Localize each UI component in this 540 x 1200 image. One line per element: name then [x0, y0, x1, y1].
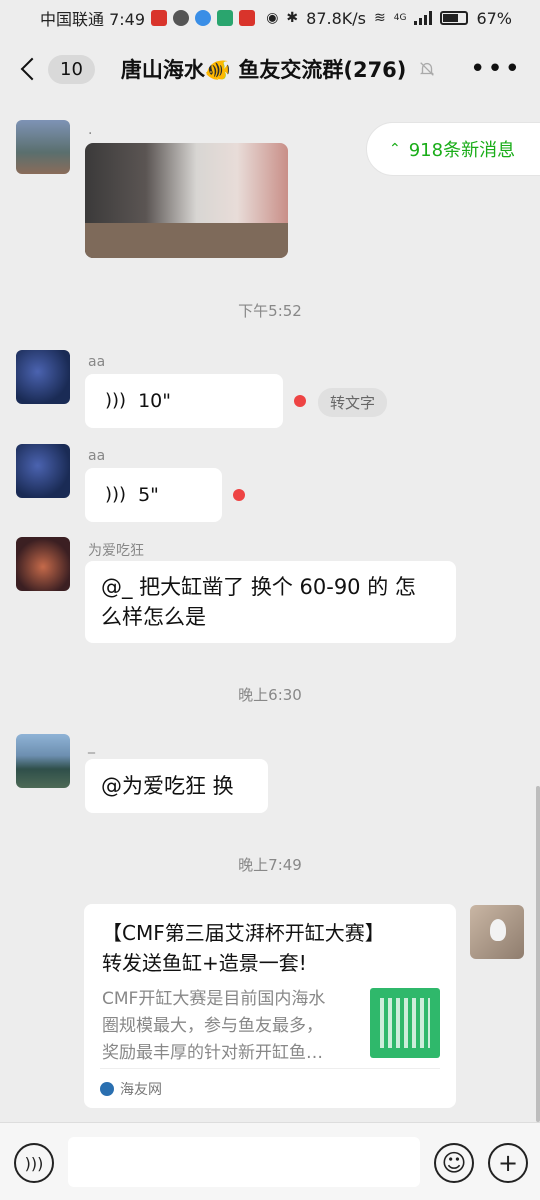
shield-icon [173, 10, 190, 26]
app-notification-icon [239, 10, 256, 26]
status-bar: 中国联通 7:49 ◉ ✱ 87.8K/s ≋ 4G 67% [0, 0, 540, 36]
chat-message-list[interactable]: . ⌃ 918条新消息 下午5:52 aa ))) 10" 转文字 aa )))… [0, 102, 540, 1122]
voice-wave-icon: ))) [105, 484, 127, 505]
voice-message[interactable]: ))) 10" [85, 374, 283, 428]
voice-icon: ))) [24, 1153, 44, 1173]
image-floor [85, 223, 288, 258]
sender-name: . [88, 122, 93, 138]
message-text-line: 么样怎么是 [101, 605, 206, 629]
emoji-icon: ☺ [441, 1149, 467, 1177]
convert-to-text-button[interactable]: 转文字 [318, 388, 388, 417]
card-desc-line: 圈规模最大，参与鱼友最多， [102, 1016, 323, 1036]
signal-icon [414, 11, 433, 25]
more-functions-button[interactable]: + [488, 1143, 528, 1183]
bluetooth-icon: ✱ [286, 10, 299, 26]
unread-count-badge: 10 [48, 54, 95, 84]
battery-icon [440, 11, 469, 25]
timestamp: 晚上7:49 [238, 856, 302, 874]
link-card-message[interactable]: 【CMF第三届艾湃杯开缸大赛】 转发送鱼缸+造景一套! CMF开缸大赛是目前国内… [84, 904, 456, 1108]
voice-wave-icon: ))) [105, 390, 127, 411]
chat-title: 唐山海水🐠 鱼友交流群(276) [120, 58, 407, 82]
chat-header: 10 唐山海水🐠 鱼友交流群(276) ••• [0, 36, 540, 102]
sender-name: _ [88, 738, 95, 754]
avatar[interactable] [16, 444, 70, 498]
network-type: 4G [393, 13, 407, 23]
eye-icon: ◉ [266, 10, 279, 26]
voice-message[interactable]: ))) 5" [85, 468, 222, 522]
sender-name: 为爱吃狂 [88, 543, 144, 559]
timestamp: 下午5:52 [238, 302, 302, 320]
source-logo-icon [100, 1081, 114, 1096]
card-title: 【CMF第三届艾湃杯开缸大赛】 转发送鱼缸+造景一套! [102, 918, 422, 978]
my-avatar[interactable] [470, 905, 524, 959]
sender-name: aa [88, 354, 106, 370]
message-text: @为爱吃狂 换 [101, 774, 234, 798]
message-text-line: @_ 把大缸凿了 换个 60-90 的 怎 [101, 575, 416, 599]
card-thumbnail-qr [370, 988, 440, 1058]
card-desc-line: 奖励最丰厚的针对新开缸鱼… [102, 1043, 323, 1063]
plus-icon: + [497, 1149, 519, 1177]
unread-dot [294, 395, 306, 407]
chevron-left-icon [20, 57, 44, 81]
card-title-line: 【CMF第三届艾湃杯开缸大赛】 [102, 921, 385, 945]
emoji-button[interactable]: ☺ [434, 1143, 474, 1183]
more-options-button[interactable]: ••• [470, 54, 522, 84]
avatar[interactable] [16, 734, 70, 788]
message-input-bar: ))) ☺ + [0, 1122, 540, 1200]
card-source-name: 海友网 [120, 1081, 162, 1098]
new-messages-label: 918条新消息 [408, 140, 516, 161]
voice-duration: 10" [138, 390, 171, 412]
globe-icon [195, 10, 212, 26]
voice-input-button[interactable]: ))) [14, 1143, 54, 1183]
mute-bell-icon [420, 62, 435, 76]
image-message[interactable] [85, 143, 288, 258]
double-chevron-up-icon: ⌃ [389, 141, 401, 157]
voice-duration: 5" [138, 484, 159, 506]
timestamp: 晚上6:30 [238, 686, 302, 704]
carrier-time: 中国联通 7:49 [40, 10, 146, 29]
wifi-icon: ≋ [374, 10, 386, 26]
card-source: 海友网 [100, 1068, 440, 1108]
avatar[interactable] [16, 350, 70, 404]
card-description: CMF开缸大赛是目前国内海水 圈规模最大，参与鱼友最多， 奖励最丰厚的针对新开缸… [102, 986, 358, 1067]
network-speed: 87.8K/s [306, 8, 366, 28]
app-notification-icon [217, 10, 234, 26]
sender-name: aa [88, 448, 106, 464]
back-button[interactable]: 10 [18, 54, 95, 84]
app-notification-icon [151, 10, 168, 26]
message-input[interactable] [68, 1137, 420, 1187]
text-message[interactable]: @为爱吃狂 换 [85, 759, 268, 813]
avatar[interactable] [16, 537, 70, 591]
scrollbar[interactable] [536, 786, 540, 1122]
battery-percent: 67% [476, 8, 512, 28]
text-message[interactable]: @_ 把大缸凿了 换个 60-90 的 怎 么样怎么是 [85, 561, 456, 643]
card-title-line: 转发送鱼缸+造景一套! [102, 951, 307, 975]
unread-dot [233, 489, 245, 501]
card-desc-line: CMF开缸大赛是目前国内海水 [102, 989, 326, 1009]
new-messages-button[interactable]: ⌃ 918条新消息 [366, 122, 540, 176]
avatar[interactable] [16, 120, 70, 174]
